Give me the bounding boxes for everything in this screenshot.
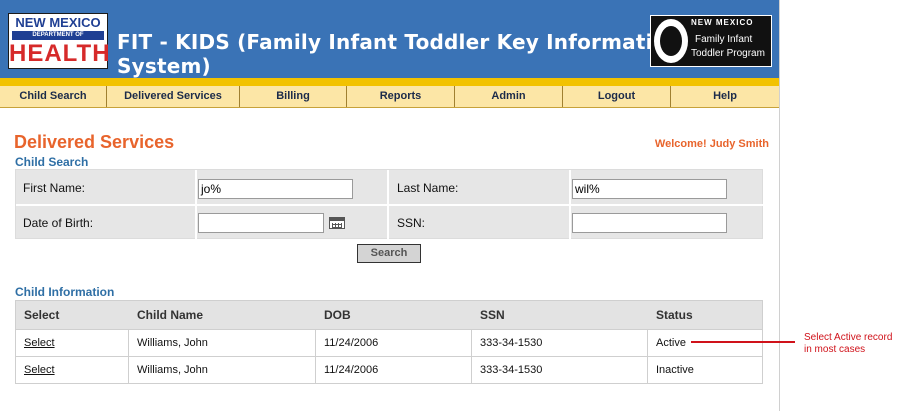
ssn-cell: 333-34-1530	[472, 357, 648, 383]
logo-nm-line3: HEALTH	[9, 40, 111, 67]
child-search-form: First Name: Last Name: Date of Birth: SS…	[15, 169, 764, 240]
form-divider	[16, 204, 764, 206]
select-link[interactable]: Select	[24, 337, 55, 349]
logo-nm-line1: NEW MEXICO	[15, 15, 101, 30]
calendar-icon[interactable]	[329, 217, 345, 229]
child-name-cell: Williams, John	[129, 330, 316, 356]
column-header-dob: DOB	[324, 308, 351, 322]
table-row: Select Williams, John 11/24/2006 333-34-…	[16, 356, 762, 383]
search-button[interactable]: Search	[357, 244, 421, 263]
ssn-label: SSN:	[397, 216, 426, 230]
nav-reports[interactable]: Reports	[347, 86, 455, 107]
annotation-callout: Select Active record in most cases	[804, 332, 908, 356]
ssn-cell: 333-34-1530	[472, 330, 648, 356]
dob-label: Date of Birth:	[23, 216, 94, 230]
welcome-message: Welcome! Judy Smith	[654, 138, 769, 150]
main-nav: Child Search Delivered Services Billing …	[0, 86, 779, 108]
nav-logout[interactable]: Logout	[563, 86, 671, 107]
family-emblem-icon	[654, 19, 688, 63]
dob-cell: 11/24/2006	[316, 357, 472, 383]
column-header-status: Status	[656, 308, 693, 322]
nav-delivered-services[interactable]: Delivered Services	[107, 86, 240, 107]
select-cell: Select	[16, 330, 129, 356]
logo-fit-line2: Family Infant	[695, 34, 753, 45]
header-divider	[0, 78, 779, 86]
column-header-select: Select	[24, 308, 60, 322]
first-name-input[interactable]: jo%	[198, 179, 353, 199]
last-name-input[interactable]: wil%	[572, 179, 727, 199]
status-cell: Inactive	[656, 364, 694, 376]
column-header-ssn: SSN	[480, 308, 505, 322]
header-banner: NEW MEXICO DEPARTMENT OF HEALTH FIT - KI…	[0, 0, 779, 78]
nav-child-search[interactable]: Child Search	[0, 86, 107, 107]
annotation-pointer-line	[691, 341, 795, 343]
logo-fit-line3: Toddler Program	[691, 48, 765, 59]
nav-help[interactable]: Help	[671, 86, 779, 107]
logo-nm-line2: DEPARTMENT OF	[12, 31, 104, 40]
annotation-line1: Select Active record	[804, 332, 893, 343]
page-title: Delivered Services	[14, 132, 175, 152]
child-information-table: Select Child Name DOB SSN Status Select …	[15, 300, 763, 384]
child-information-heading: Child Information	[15, 285, 115, 299]
table-header-row: Select Child Name DOB SSN Status	[16, 301, 762, 329]
status-cell: Active	[656, 337, 686, 349]
last-name-label: Last Name:	[397, 181, 459, 195]
table-row: Select Williams, John 11/24/2006 333-34-…	[16, 329, 762, 356]
nav-admin[interactable]: Admin	[455, 86, 563, 107]
column-header-child-name: Child Name	[137, 308, 204, 322]
select-link[interactable]: Select	[24, 364, 55, 376]
nm-health-logo: NEW MEXICO DEPARTMENT OF HEALTH	[8, 13, 111, 69]
app-frame: NEW MEXICO DEPARTMENT OF HEALTH FIT - KI…	[0, 0, 780, 411]
fit-program-logo: NEW MEXICO Family Infant Toddler Program	[650, 15, 772, 67]
child-name-cell: Williams, John	[129, 357, 316, 383]
select-cell: Select	[16, 357, 129, 383]
dob-input[interactable]	[198, 213, 324, 233]
logo-fit-line1: NEW MEXICO	[691, 18, 754, 27]
nav-billing[interactable]: Billing	[240, 86, 347, 107]
dob-cell: 11/24/2006	[316, 330, 472, 356]
first-name-label: First Name:	[23, 181, 86, 195]
child-search-heading: Child Search	[15, 155, 89, 169]
ssn-input[interactable]	[572, 213, 727, 233]
annotation-line2: in most cases	[804, 344, 866, 355]
